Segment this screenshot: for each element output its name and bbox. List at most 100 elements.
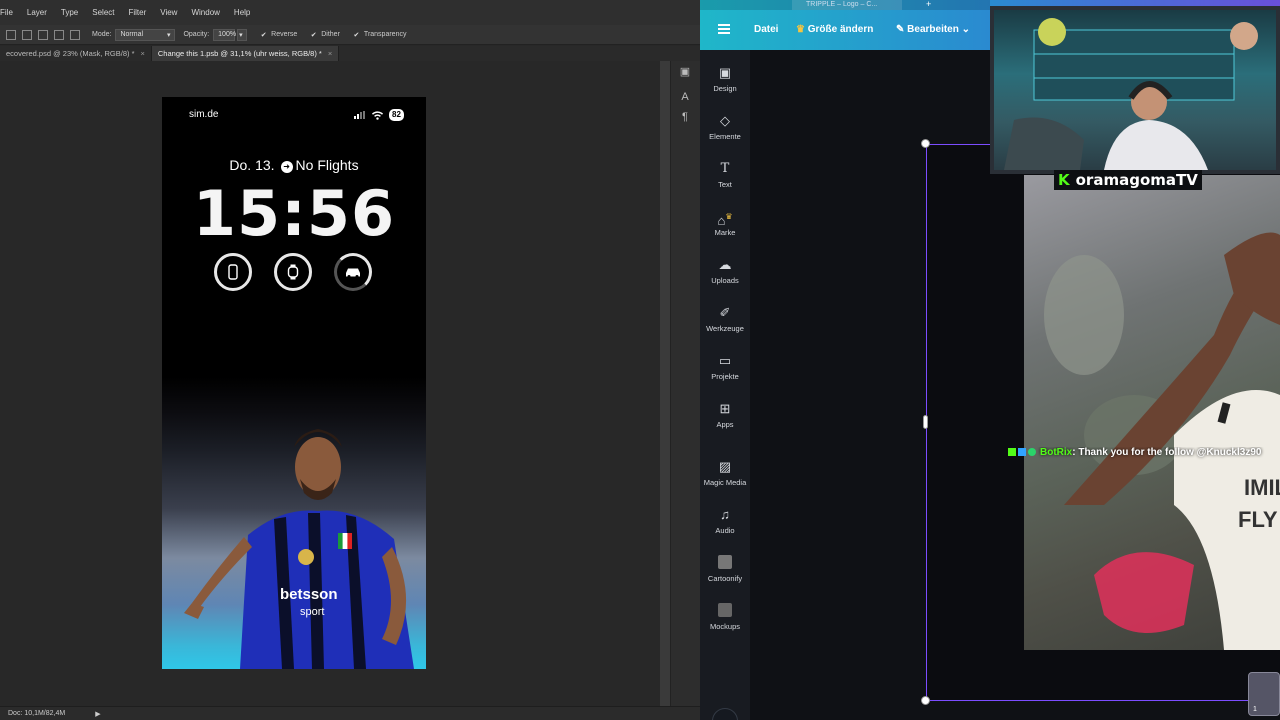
panel-dock: ▣ A ¶ (670, 61, 700, 706)
resize-handle-top-left[interactable] (921, 139, 930, 148)
car-battery-widget (334, 253, 372, 291)
cartoon-artwork: IMIL FLY BE (1044, 232, 1280, 650)
hamburger-menu-icon[interactable] (718, 24, 730, 34)
svg-text:betsson: betsson (280, 586, 338, 603)
lockscreen-date: Do. 13. ➜ No Flights (162, 157, 426, 173)
gradient-radial-icon[interactable] (22, 29, 32, 40)
cloud-upload-icon: ☁ (718, 257, 732, 272)
new-tab-icon[interactable]: + (926, 0, 931, 9)
sidebar-item-marke[interactable]: ⌂♛ Marke (700, 208, 750, 248)
sidebar-item-apps[interactable]: ⊞ Apps (700, 400, 750, 440)
watch-icon (287, 264, 299, 280)
bot-badge-icon (1018, 448, 1026, 456)
lockscreen-document: sim.de 82 Do. 13. ➜ No Flights 15:56 bet… (162, 97, 426, 669)
music-icon: ♫ (720, 507, 730, 522)
menu-filter[interactable]: Filter (128, 8, 146, 17)
sidebar-item-projekte[interactable]: ▭ Projekte (700, 352, 750, 392)
sidebar-item-magic-media[interactable]: ▨ Magic Media (700, 458, 750, 498)
webcam-feed (994, 10, 1276, 170)
sidebar-item-cartoonify[interactable]: Cartoonify (700, 554, 750, 594)
gradient-linear-icon[interactable] (6, 29, 16, 40)
layout-icon: ▣ (718, 65, 732, 80)
cartoon-player-image[interactable]: IMIL FLY BE (1024, 175, 1280, 650)
reverse-checkbox[interactable]: ✔ Reverse (259, 30, 298, 39)
svg-text:FLY BE: FLY BE (1238, 507, 1280, 532)
football-player-image: betsson sport (184, 429, 414, 669)
draw-icon: ✐ (719, 305, 731, 320)
character-panel-icon[interactable]: A (677, 91, 693, 105)
opacity-dropdown-icon[interactable]: ▾ (237, 28, 248, 41)
file-menu-button[interactable]: Datei (754, 24, 778, 35)
menu-select[interactable]: Select (92, 8, 114, 17)
menu-help[interactable]: Help (234, 8, 250, 17)
menu-layer[interactable]: Layer (27, 8, 47, 17)
sidebar-item-label: Elemente (709, 132, 741, 141)
gradient-diamond-icon[interactable] (70, 29, 80, 40)
checkmark-icon: ✔ (310, 31, 317, 39)
photoshop-window: File Layer Type Select Filter View Windo… (0, 0, 700, 720)
widget-row (214, 253, 374, 293)
svg-text:sport: sport (300, 606, 324, 618)
sidebar-item-uploads[interactable]: ☁ Uploads (700, 256, 750, 296)
menu-view[interactable]: View (160, 8, 177, 17)
phone-icon (228, 264, 238, 280)
chevron-down-icon: ▾ (166, 31, 171, 39)
browser-tabstrip: TRIPPLE – Logo – C... + (700, 0, 990, 10)
paragraph-panel-icon[interactable]: ¶ (677, 111, 693, 125)
resize-button[interactable]: ♛ Größe ändern (796, 24, 873, 35)
sidebar-item-label: Uploads (711, 276, 739, 285)
gradient-angle-icon[interactable] (38, 29, 48, 40)
browser-tab[interactable]: TRIPPLE – Logo – C... (792, 0, 902, 10)
sidebar-item-text[interactable]: T Text (700, 160, 750, 200)
menu-file[interactable]: File (0, 8, 13, 17)
sidebar-item-audio[interactable]: ♫ Audio (700, 506, 750, 546)
dither-label: Dither (321, 31, 340, 38)
channel-name: oramagomaTV (1075, 171, 1198, 189)
edit-menu-button[interactable]: ✎ Bearbeiten ⌄ (896, 24, 970, 35)
sidebar-item-elemente[interactable]: ◇ Elemente (700, 112, 750, 152)
vertical-scrollbar[interactable] (660, 61, 670, 706)
kick-logo-icon: K (1058, 171, 1070, 189)
magic-media-icon: ▨ (718, 459, 732, 474)
chat-text: : Thank you for the follow @Knuckl3z90 (1072, 447, 1262, 458)
status-bar: Doc: 10,1M/82,4M ▶ (0, 706, 700, 720)
car-icon (346, 268, 360, 278)
resize-label: Größe ändern (807, 24, 874, 35)
wifi-icon (372, 111, 383, 120)
tab-change-this[interactable]: Change this 1.psb @ 31,1% (uhr weiss, RG… (151, 46, 340, 61)
tab-label: ecovered.psd @ 23% (Mask, RGB/8) * (6, 49, 135, 58)
page-number: 1 (1253, 706, 1257, 713)
sidebar-item-werkzeuge[interactable]: ✐ Werkzeuge (700, 304, 750, 344)
canva-sidebar: ▣ Design ◇ Elemente T Text ⌂♛ Marke ☁ Uploads… (700, 50, 750, 720)
page-thumbnail[interactable]: 1 (1248, 672, 1280, 716)
cartoonify-icon (700, 554, 750, 572)
dither-checkbox[interactable]: ✔ Dither (309, 30, 340, 39)
close-icon[interactable]: × (328, 49, 332, 58)
menu-window[interactable]: Window (191, 8, 219, 17)
sidebar-item-mockups[interactable]: Mockups (700, 602, 750, 642)
tab-label: Change this 1.psb @ 31,1% (uhr weiss, RG… (157, 49, 322, 58)
wallpaper-photo: betsson sport (162, 377, 426, 669)
triangle-right-icon[interactable]: ▶ (95, 710, 100, 718)
transparency-checkbox[interactable]: ✔ Transparency (352, 30, 406, 39)
edit-label: Bearbeiten (907, 24, 959, 35)
panel-toggle-icon[interactable]: ▣ (677, 65, 693, 79)
checkmark-icon: ✔ (353, 31, 360, 39)
tab-recovered[interactable]: ecovered.psd @ 23% (Mask, RGB/8) * × (0, 46, 152, 61)
menu-type[interactable]: Type (61, 8, 78, 17)
photoshop-menubar: File Layer Type Select Filter View Windo… (0, 0, 700, 25)
gradient-reflected-icon[interactable] (54, 29, 64, 40)
mode-select[interactable]: Normal ▾ (115, 28, 176, 41)
phone-battery-widget (214, 253, 252, 291)
crown-icon: ♛ (796, 24, 805, 35)
phone-status-bar: sim.de 82 (162, 107, 426, 123)
resize-handle-left[interactable] (923, 415, 928, 429)
text-icon: T (720, 161, 730, 176)
opacity-input[interactable]: 100% (213, 28, 236, 41)
signal-icon (354, 111, 365, 119)
mode-label: Mode: (92, 31, 112, 38)
close-icon[interactable]: × (141, 49, 145, 58)
sidebar-item-label: Cartoonify (707, 574, 743, 583)
sidebar-item-design[interactable]: ▣ Design (700, 64, 750, 104)
resize-handle-bottom-left[interactable] (921, 696, 930, 705)
